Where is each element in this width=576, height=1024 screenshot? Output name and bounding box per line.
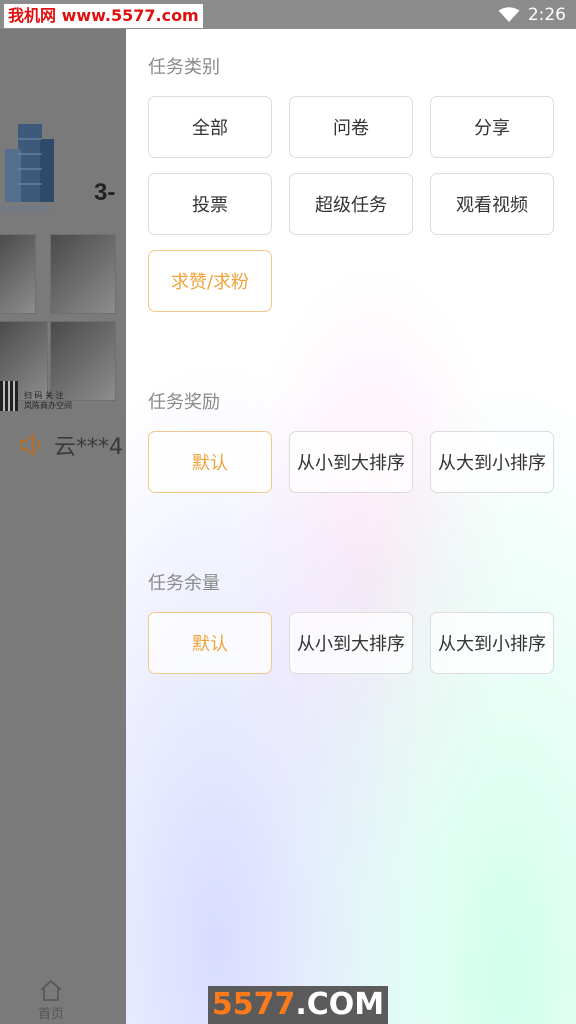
office-photo [0, 234, 36, 314]
home-icon [40, 979, 62, 1001]
reward-option-descending[interactable]: 从大到小排序 [430, 431, 554, 493]
qr-caption-line2: 岚陈商办空间 [24, 401, 72, 410]
remaining-option-default[interactable]: 默认 [148, 612, 272, 674]
status-bar: 我机网 www.5577.com 2:26 [0, 0, 576, 29]
category-option-watch-video[interactable]: 观看视频 [430, 173, 554, 235]
qr-code [0, 381, 18, 411]
section-title-category: 任务类别 [148, 57, 220, 78]
section-title-remaining: 任务余量 [148, 573, 220, 594]
category-option-likes-fans[interactable]: 求赞/求粉 [148, 250, 272, 312]
category-option-all[interactable]: 全部 [148, 96, 272, 158]
room-code: 3- [94, 179, 116, 206]
background-banner: andmark 3- 扫 码 关 注 岚陈商办空间 [0, 109, 126, 439]
reward-option-ascending[interactable]: 从小到大排序 [289, 431, 413, 493]
tab-home[interactable]: 首页 [38, 979, 64, 1022]
section-title-reward: 任务奖励 [148, 392, 220, 413]
remaining-option-descending[interactable]: 从大到小排序 [430, 612, 554, 674]
remaining-option-ascending[interactable]: 从小到大排序 [289, 612, 413, 674]
watermark-domain: .COM [295, 987, 385, 1022]
category-option-super-task[interactable]: 超级任务 [289, 173, 413, 235]
bottom-watermark: 5577.COM [208, 986, 388, 1024]
site-watermark: 我机网 www.5577.com [4, 4, 203, 28]
category-option-survey[interactable]: 问卷 [289, 96, 413, 158]
qr-caption: 扫 码 关 注 岚陈商办空间 [24, 391, 72, 411]
brand-text: andmark [0, 201, 51, 216]
notice-text: 云***4 [54, 435, 123, 460]
status-time: 2:26 [527, 4, 566, 25]
category-option-share[interactable]: 分享 [430, 96, 554, 158]
notice-bar: 云***4 [18, 429, 123, 461]
background-app: andmark 3- 扫 码 关 注 岚陈商办空间 云***4 首页 [0, 29, 126, 1024]
qr-caption-line1: 扫 码 关 注 [24, 391, 64, 400]
building-image [5, 124, 54, 202]
office-photo [50, 234, 116, 314]
wifi-icon [498, 6, 520, 22]
speaker-icon [20, 432, 40, 458]
reward-option-default[interactable]: 默认 [148, 431, 272, 493]
status-indicators: 2:26 [498, 0, 566, 29]
office-photo [50, 321, 116, 401]
tab-home-label: 首页 [38, 1007, 65, 1022]
filter-drawer: 任务类别 全部 问卷 分享 投票 超级任务 观看视频 求赞/求粉 任务奖励 默认… [126, 29, 576, 1024]
category-option-vote[interactable]: 投票 [148, 173, 272, 235]
watermark-number: 5577 [211, 987, 296, 1022]
